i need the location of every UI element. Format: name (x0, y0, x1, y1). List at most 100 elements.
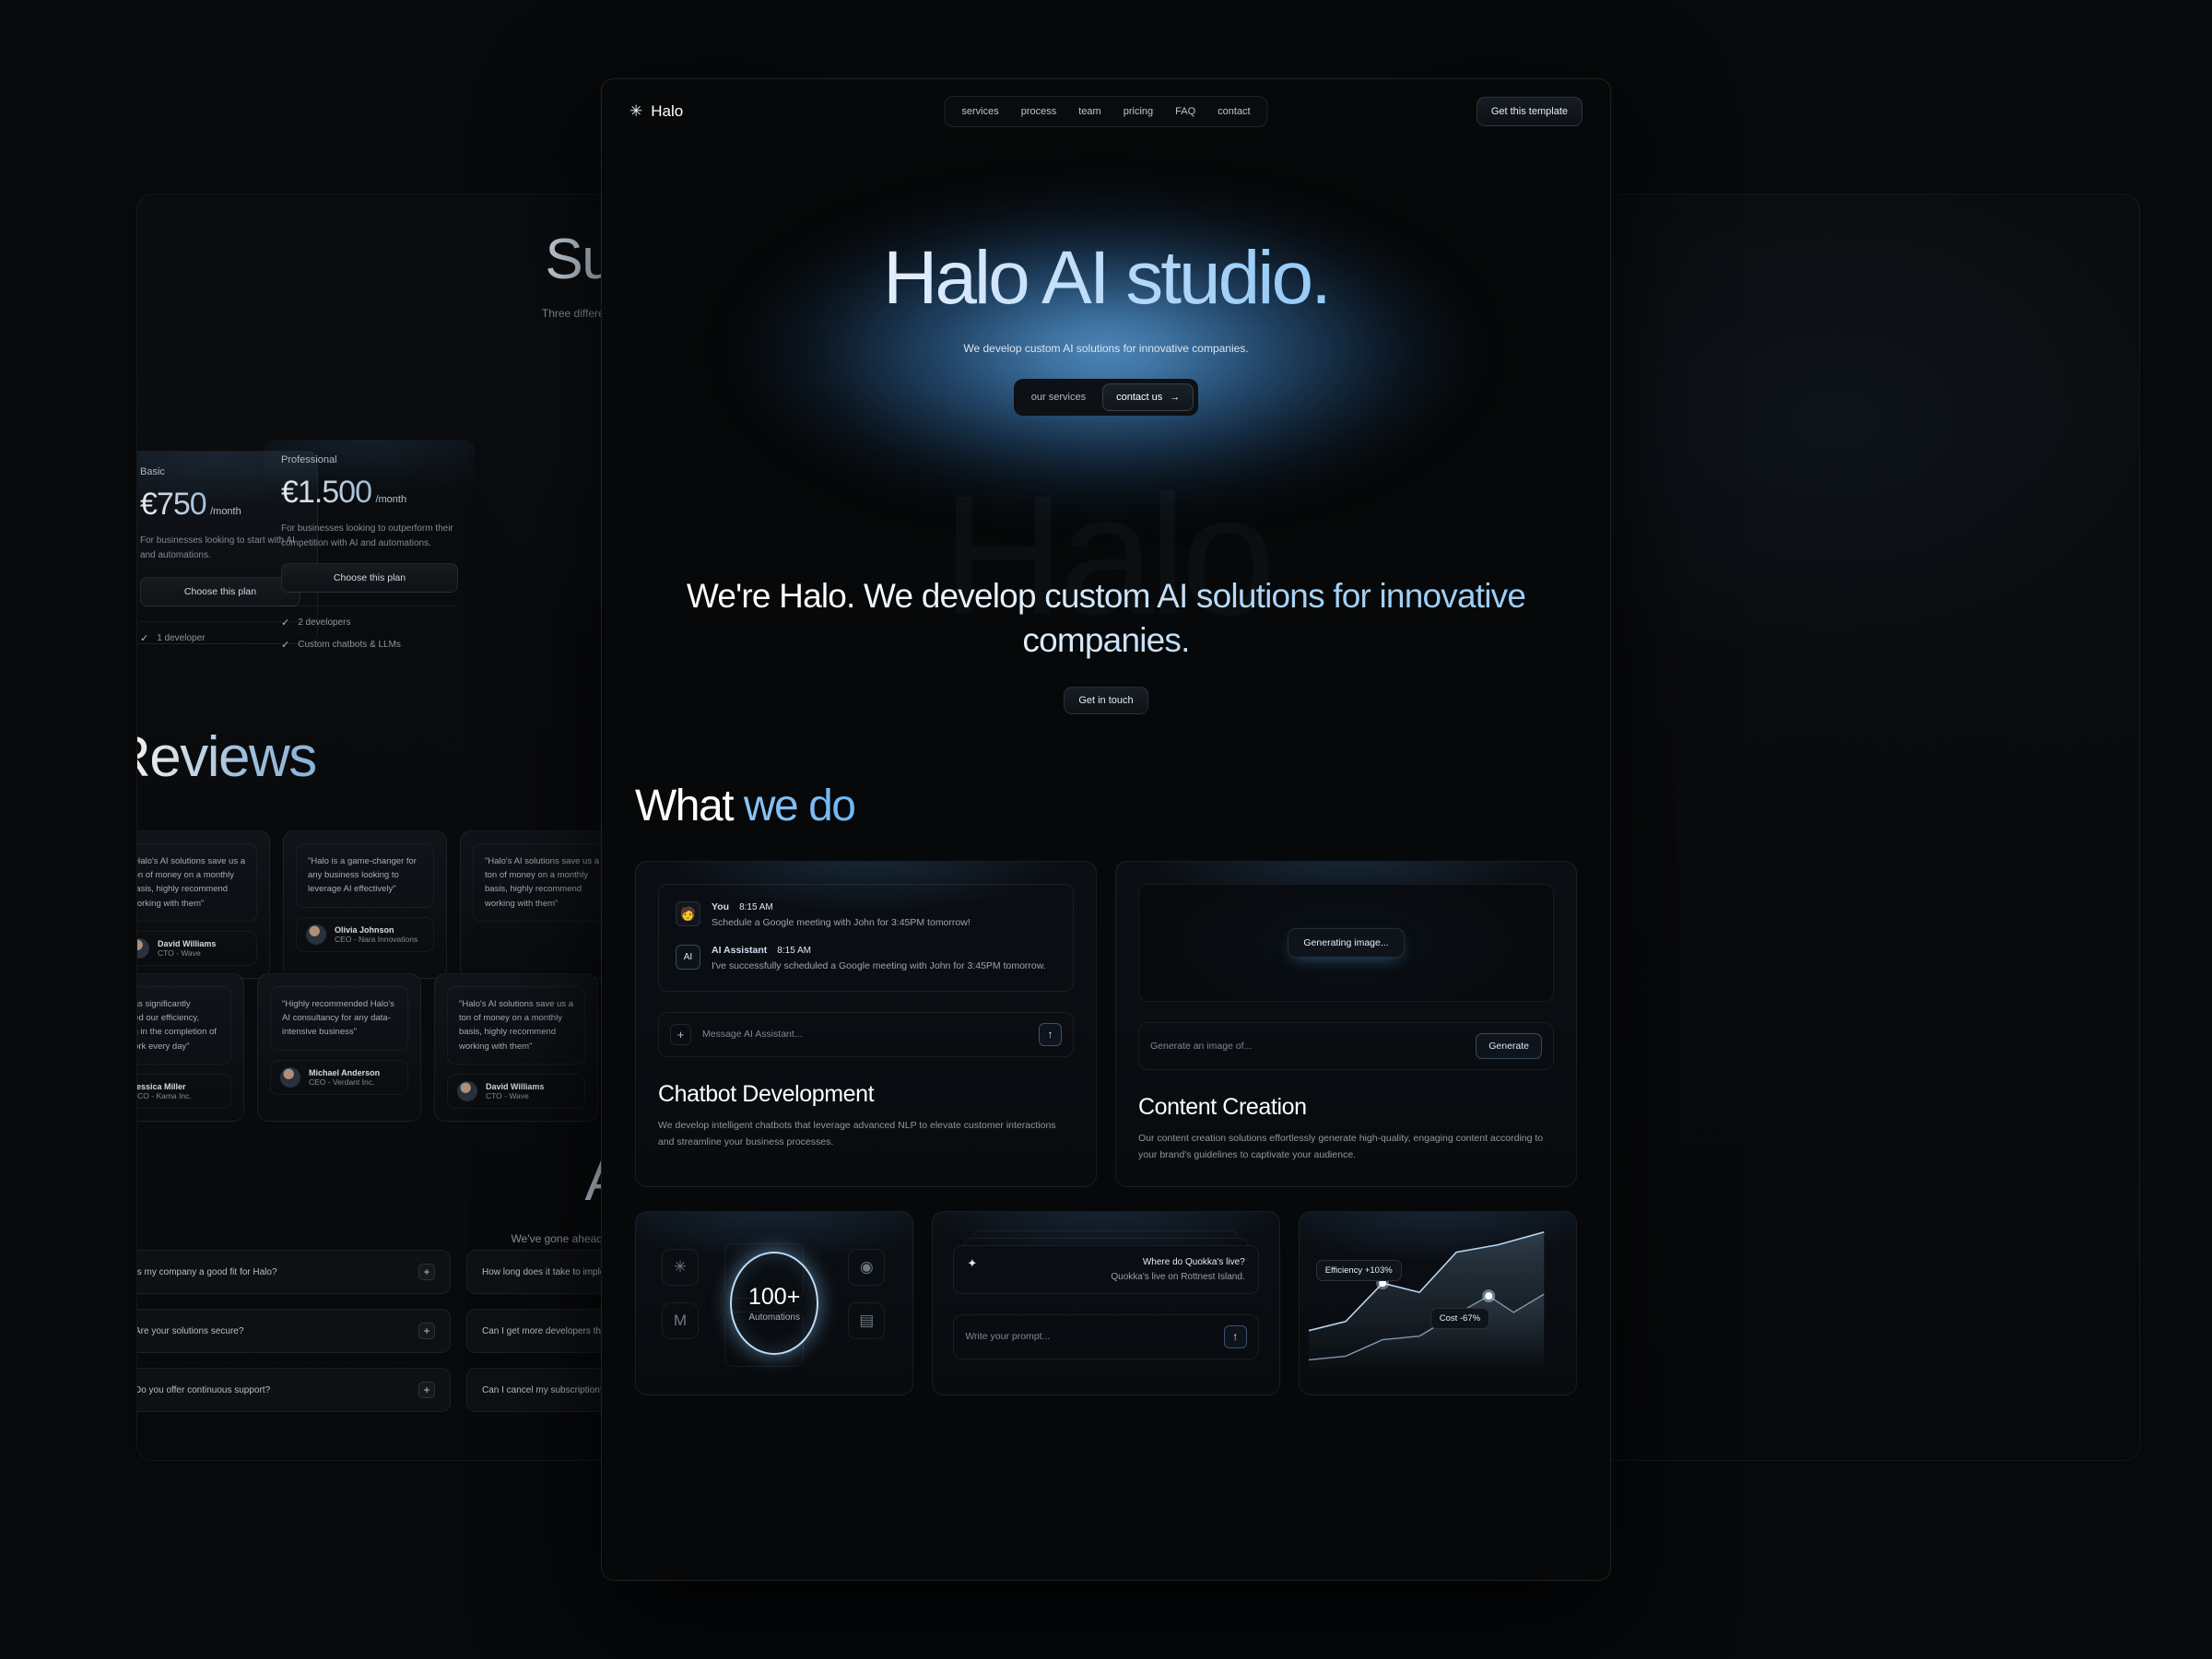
review-author-name: David Williams (158, 938, 217, 948)
review-card[interactable]: "Halo is a game-changer for any business… (283, 830, 447, 979)
faq-item[interactable]: Do you offer continuous support? + (137, 1368, 451, 1412)
plan-feature: ✓ Custom chatbots & LLMs (281, 639, 458, 649)
chat-message: 🧑 You 8:15 AM Schedule a Google meeting … (676, 901, 1056, 930)
review-author: Michael Anderson CEO - Verdant Inc. (270, 1059, 408, 1095)
performance-chart (1308, 1230, 1545, 1372)
plan-price: €750 (140, 487, 207, 522)
faq-item[interactable]: Is my company a good fit for Halo? + (137, 1250, 451, 1294)
brand-logo[interactable]: ✳ Halo (629, 102, 683, 121)
chat-time: 8:15 AM (739, 902, 773, 913)
get-template-button[interactable]: Get this template (1476, 97, 1583, 126)
app-tile-phone (724, 1311, 804, 1367)
plan-card-professional[interactable]: Professional €1.500 /month For businesse… (264, 439, 476, 649)
check-icon: ✓ (140, 633, 149, 644)
statement-section: Halo We're Halo. We develop custom AI so… (602, 508, 1610, 715)
app-tile-slack (724, 1242, 804, 1299)
arrow-up-icon[interactable]: ↑ (1039, 1022, 1062, 1046)
avatar (137, 937, 149, 959)
plus-icon[interactable]: + (418, 1264, 435, 1280)
what-we-do-title-white: What (635, 782, 744, 831)
review-quote: "Halo's AI solutions save us a ton of mo… (473, 843, 611, 922)
nav-link-team[interactable]: team (1071, 103, 1108, 120)
faq-question: Can I cancel my subscription? (482, 1384, 606, 1395)
service-name: Chatbot Development (658, 1080, 875, 1107)
service-name: Content Creation (1138, 1094, 1307, 1121)
review-card[interactable]: "Highly recommended Halo's AI consultanc… (257, 973, 421, 1122)
chat-preview: 🧑 You 8:15 AM Schedule a Google meeting … (658, 884, 1074, 992)
services-grid: 🧑 You 8:15 AM Schedule a Google meeting … (602, 831, 1610, 1187)
asterisk-icon: ✳ (662, 1248, 699, 1286)
review-quote: "Halo's AI solutions save us a ton of mo… (137, 843, 257, 922)
review-author: Olivia Johnson CEO - Nara Innovations (296, 916, 434, 952)
avatar (280, 1066, 300, 1088)
image-prompt-bar[interactable]: Generate an image of... Generate (1138, 1022, 1554, 1071)
review-author-role: CCO - Kama Inc. (136, 1090, 192, 1100)
review-author: David Williams CTO - Wave (447, 1073, 585, 1109)
review-card[interactable]: "Halo's AI solutions save us a ton of mo… (434, 973, 598, 1122)
feature-card-automations: ✳ M ◉ ▤ 100+ Automations (635, 1210, 914, 1395)
plan-description: For businesses looking to outperform the… (281, 524, 453, 548)
gmail-icon: M (662, 1301, 699, 1339)
faq-column-left: Is my company a good fit for Halo? + Are … (136, 1250, 451, 1412)
prompt-input-placeholder[interactable]: Write your prompt... (965, 1331, 1212, 1342)
review-author-name: Olivia Johnson (335, 924, 394, 935)
faq-question: Can I get more developers that... (482, 1325, 617, 1336)
prompt-input-bar[interactable]: Write your prompt... ↑ (953, 1313, 1259, 1359)
image-generation-preview: Generating image... (1138, 884, 1554, 1003)
review-card[interactable]: "Halo's AI solutions save us a ton of mo… (460, 830, 624, 979)
chat-message: AI AI Assistant 8:15 AM I've successfull… (676, 945, 1056, 973)
contact-us-button[interactable]: contact us → (1102, 383, 1194, 411)
faq-question: Are your solutions secure? (136, 1325, 244, 1336)
image-prompt-placeholder[interactable]: Generate an image of... (1150, 1041, 1465, 1052)
qa-card: ✦ Where do Quokka's live? Quokka's live … (953, 1244, 1259, 1294)
plus-icon[interactable]: + (418, 1323, 435, 1339)
review-card[interactable]: "Halo has significantly enhanced our eff… (136, 973, 244, 1122)
service-card-content: Generating image... Generate an image of… (1115, 861, 1577, 1187)
contact-us-label: contact us (1116, 392, 1163, 403)
generate-button[interactable]: Generate (1476, 1033, 1542, 1060)
choose-plan-button[interactable]: Choose this plan (281, 563, 458, 593)
review-author-role: CTO - Wave (486, 1090, 529, 1100)
stacked-card-back (973, 1230, 1239, 1238)
plus-icon[interactable]: + (418, 1382, 435, 1398)
foreground-website-window: ✳ Halo services process team pricing FAQ… (601, 78, 1611, 1581)
nav-link-contact[interactable]: contact (1210, 103, 1257, 120)
nav-link-pricing[interactable]: pricing (1116, 103, 1160, 120)
chat-input-placeholder[interactable]: Message AI Assistant... (702, 1029, 1028, 1040)
plan-feature: ✓ 2 developers (281, 617, 458, 629)
review-card[interactable]: "Halo's AI solutions save us a ton of mo… (137, 830, 270, 979)
chat-author: AI Assistant (712, 945, 768, 957)
get-in-touch-button[interactable]: Get in touch (1064, 687, 1148, 715)
service-card-chatbot: 🧑 You 8:15 AM Schedule a Google meeting … (635, 861, 1097, 1187)
our-services-button[interactable]: our services (1018, 384, 1099, 410)
qa-question: Where do Quokka's live? (1142, 1256, 1245, 1267)
feature-label: Custom chatbots & LLMs (298, 640, 401, 649)
service-description: We develop intelligent chatbots that lev… (658, 1119, 1056, 1147)
plus-icon[interactable]: + (670, 1023, 691, 1045)
chat-input-bar[interactable]: + Message AI Assistant... ↑ (658, 1011, 1074, 1057)
nav-link-process[interactable]: process (1014, 103, 1065, 120)
feature-card-prompting: ✦ Where do Quokka's live? Quokka's live … (932, 1210, 1280, 1395)
qa-answer: Quokka's live on Rottnest Island. (1111, 1271, 1245, 1282)
plan-price: €1.500 (281, 475, 372, 510)
review-quote: "Halo is a game-changer for any business… (296, 843, 434, 908)
what-we-do-title: What we do (602, 714, 1610, 831)
nav-link-faq[interactable]: FAQ (1168, 103, 1203, 120)
review-author-name: Michael Anderson (309, 1067, 381, 1077)
plan-period: /month (210, 506, 241, 517)
review-quote: "Highly recommended Halo's AI consultanc… (270, 986, 408, 1051)
plan-period: /month (375, 494, 407, 505)
feature-label: 1 developer (157, 633, 206, 643)
nav-link-services[interactable]: services (954, 103, 1006, 120)
reviews-heading: Reviews (137, 729, 317, 786)
brand-name: Halo (651, 102, 684, 120)
avatar (306, 924, 326, 945)
review-author-role: CTO - Wave (158, 947, 201, 958)
review-quote: "Halo has significantly enhanced our eff… (137, 986, 231, 1065)
nav-links: services process team pricing FAQ contac… (944, 96, 1268, 127)
service-description: Our content creation solutions effortles… (1138, 1133, 1544, 1161)
arrow-up-icon[interactable]: ↑ (1223, 1324, 1247, 1348)
faq-item[interactable]: Are your solutions secure? + (136, 1309, 451, 1353)
review-author-name: Jessica Miller (136, 1081, 186, 1091)
hero-section: Halo AI studio. We develop custom AI sol… (602, 144, 1610, 508)
